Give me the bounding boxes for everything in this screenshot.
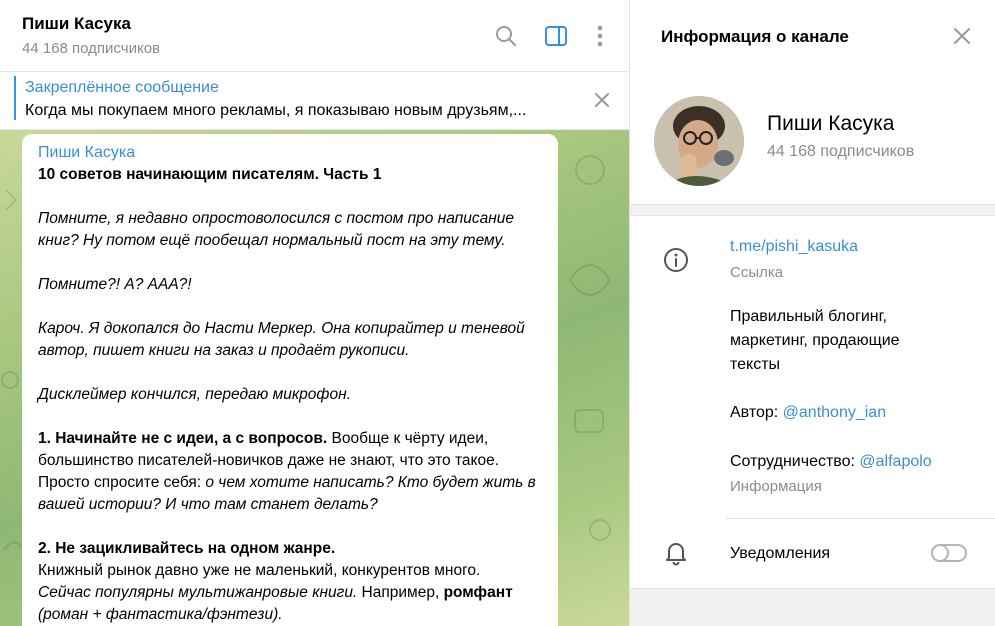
author-prefix: Автор:: [730, 404, 783, 421]
pinned-message-bar[interactable]: Закреплённое сообщение Когда мы покупаем…: [0, 72, 629, 130]
tip-2: 2. Не зацикливайтесь на одном жанре. Книж…: [38, 538, 542, 626]
tip-heading: 2. Не зацикливайтесь на одном жанре.: [38, 540, 336, 557]
message-bubble[interactable]: Пиши Касука 10 советов начинающим писате…: [22, 134, 558, 626]
chat-title[interactable]: Пиши Касука: [22, 14, 131, 34]
more-vertical-icon[interactable]: [586, 22, 614, 50]
coop-mention[interactable]: @alfapolo: [859, 453, 931, 470]
message-title: 10 советов начинающим писателям. Часть 1: [38, 166, 382, 183]
notifications-toggle[interactable]: [931, 544, 967, 562]
message-paragraph: Дисклеймер кончился, передаю микрофон.: [38, 386, 352, 403]
info-circle-icon: [662, 246, 690, 274]
link-label: Ссылка: [730, 264, 784, 281]
pinned-title: Закреплённое сообщение: [25, 79, 219, 96]
tip-italic: (роман + фантастика/фэнтези).: [38, 606, 283, 623]
message-paragraph: Кароч. Я докопался до Насти Меркер. Она …: [38, 320, 525, 359]
chat-subscribers: 44 168 подписчиков: [22, 40, 161, 57]
section-divider: [630, 204, 995, 216]
notifications-label: Уведомления: [730, 545, 831, 562]
close-pinned-icon[interactable]: [588, 86, 616, 114]
chat-header[interactable]: Пиши Касука 44 168 подписчиков: [0, 0, 629, 72]
divider: [726, 518, 995, 519]
message-body: 10 советов начинающим писателям. Часть 1…: [38, 164, 542, 626]
description-label: Информация: [730, 478, 822, 495]
channel-info-panel: Информация о канале Пиши Касука 44 168 п…: [629, 0, 995, 626]
bell-icon: [662, 539, 690, 567]
coop-prefix: Сотрудничество:: [730, 453, 860, 470]
tip-1: 1. Начинайте не с идеи, а с вопросов. Во…: [38, 428, 542, 516]
chat-panel: Пиши Касука 44 168 подписчиков Закреплён…: [0, 0, 629, 626]
section-divider: [630, 588, 995, 626]
avatar[interactable]: [654, 96, 744, 186]
tip-text: Книжный рынок давно уже не маленький, ко…: [38, 562, 481, 579]
sidebar-toggle-icon[interactable]: [542, 22, 570, 50]
pinned-text: Когда мы покупаем много рекламы, я показ…: [25, 102, 527, 119]
close-icon[interactable]: [948, 22, 976, 50]
channel-profile: Пиши Касука 44 168 подписчиков: [630, 72, 995, 204]
tip-italic: Сейчас популярны мультижанровые книги.: [38, 584, 358, 601]
toggle-knob: [931, 544, 949, 562]
message-author[interactable]: Пиши Касука: [38, 142, 542, 164]
tip-bold: ромфант: [443, 584, 513, 601]
author-line: Автор: @anthony_ian: [730, 401, 886, 425]
info-title: Информация о канале: [661, 27, 849, 46]
tip-heading: 1. Начинайте не с идеи, а с вопросов.: [38, 430, 328, 447]
channel-link[interactable]: t.me/pishi_kasuka: [730, 238, 858, 256]
pinned-accent-bar: [14, 76, 16, 120]
author-mention[interactable]: @anthony_ian: [783, 404, 886, 421]
channel-name: Пиши Касука: [767, 112, 895, 135]
coop-line: Сотрудничество: @alfapolo: [730, 450, 932, 474]
tip-text: Например,: [357, 584, 444, 601]
message-paragraph: Помните?! А? ААА?!: [38, 276, 192, 293]
channel-description: Правильный блогинг, маркетинг, продающие…: [730, 308, 900, 373]
info-header: Информация о канале: [630, 0, 995, 72]
search-icon[interactable]: [492, 22, 520, 50]
message-paragraph: Помните, я недавно опростоволосился с по…: [38, 210, 514, 249]
channel-subscribers: 44 168 подписчиков: [767, 143, 915, 160]
